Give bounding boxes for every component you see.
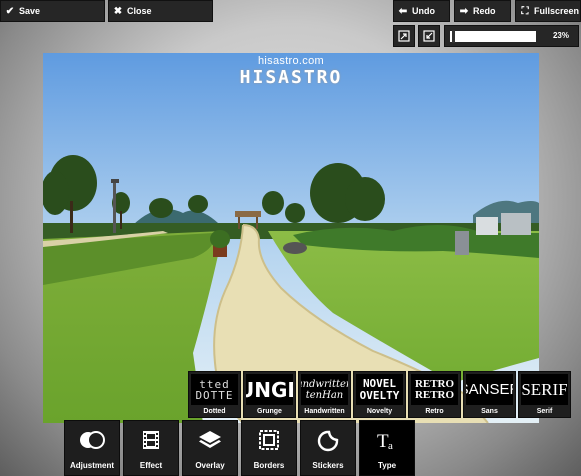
font-style-retro[interactable]: RETRO RETRO Retro xyxy=(408,371,461,418)
font-preview-text: SANSER xyxy=(466,381,513,398)
retro-font-preview: RETRO RETRO xyxy=(411,374,458,405)
redo-button[interactable]: ➡ Redo xyxy=(454,0,511,22)
font-preview-text: SERIF xyxy=(521,379,568,399)
tool-borders[interactable]: Borders xyxy=(241,420,297,476)
tool-type[interactable]: T a Type xyxy=(359,420,415,476)
adjustment-icon xyxy=(65,430,119,450)
check-icon: ✔ xyxy=(5,5,15,17)
dotted-font-preview: tted DOTTE xyxy=(191,374,238,405)
close-button[interactable]: ✖ Close xyxy=(108,0,213,22)
svg-text:a: a xyxy=(388,440,393,452)
font-style-label: Serif xyxy=(536,408,553,415)
close-icon: ✖ xyxy=(113,5,123,17)
font-preview-text: tted DOTTE xyxy=(195,377,234,402)
fullscreen-label: Fullscreen xyxy=(534,6,580,16)
zoom-actual-icon xyxy=(423,30,435,42)
font-preview-text: RETRO RETRO xyxy=(414,377,455,401)
font-style-label: Retro xyxy=(425,408,444,415)
font-style-label: Novelty xyxy=(366,408,393,415)
font-style-sans[interactable]: SANSER Sans xyxy=(463,371,516,418)
landscape-photo xyxy=(43,53,539,423)
font-style-handwritten[interactable]: andwritten tenHan Handwritten xyxy=(298,371,351,418)
save-button[interactable]: ✔ Save xyxy=(0,0,105,22)
frame-icon xyxy=(242,430,296,450)
grunge-font-preview: UNGE xyxy=(246,374,293,405)
font-style-label: Grunge xyxy=(257,408,282,415)
photo-canvas[interactable]: hisastro.com HISASTRO xyxy=(43,53,539,423)
novelty-font-preview: NOVEL OVELTY xyxy=(356,374,403,405)
font-style-serif[interactable]: SERIF Serif xyxy=(518,371,571,418)
fullscreen-icon: ⛶ xyxy=(521,5,529,17)
save-label: Save xyxy=(19,6,41,16)
sticker-icon xyxy=(301,430,355,452)
tool-stickers[interactable]: Stickers xyxy=(300,420,356,476)
font-style-grunge[interactable]: UNGE Grunge xyxy=(243,371,296,418)
redo-label: Redo xyxy=(473,6,496,16)
font-style-novelty[interactable]: NOVEL OVELTY Novelty xyxy=(353,371,406,418)
tool-overlay[interactable]: Overlay xyxy=(182,420,238,476)
tool-label: Borders xyxy=(253,461,285,470)
tool-label: Overlay xyxy=(195,461,225,470)
film-icon xyxy=(124,430,178,450)
font-preview-text: UNGE xyxy=(246,377,293,402)
watermark-logo: HISASTRO xyxy=(239,67,343,88)
tool-label: Stickers xyxy=(312,461,344,470)
zoom-control: 23% xyxy=(444,25,579,47)
zoom-fit-button[interactable] xyxy=(393,25,415,47)
arrow-left-icon: ⬅ xyxy=(398,5,408,17)
zoom-fit-icon xyxy=(398,30,410,42)
zoom-slider[interactable] xyxy=(450,30,536,43)
zoom-percent: 23% xyxy=(552,31,569,40)
font-style-label: Dotted xyxy=(203,408,226,415)
sans-font-preview: SANSER xyxy=(466,374,513,405)
font-style-label: Sans xyxy=(481,408,498,415)
undo-button[interactable]: ⬅ Undo xyxy=(393,0,450,22)
font-style-label: Handwritten xyxy=(304,408,345,415)
font-style-dotted[interactable]: tted DOTTE Dotted xyxy=(188,371,241,418)
watermark-url: hisastro.com xyxy=(258,55,324,67)
undo-label: Undo xyxy=(412,6,435,16)
type-icon: T a xyxy=(360,430,414,452)
serif-font-preview: SERIF xyxy=(521,374,568,405)
tool-label: Effect xyxy=(139,461,163,470)
arrow-right-icon: ➡ xyxy=(459,5,469,17)
fullscreen-button[interactable]: ⛶ Fullscreen xyxy=(515,0,581,22)
tool-adjustment[interactable]: Adjustment xyxy=(64,420,120,476)
zoom-slider-handle[interactable] xyxy=(452,30,455,43)
tool-label: Type xyxy=(377,461,397,470)
handwritten-font-preview: andwritten tenHan xyxy=(301,374,348,405)
font-preview-text: andwritten tenHan xyxy=(301,378,348,401)
font-preview-text: NOVEL OVELTY xyxy=(359,376,400,402)
zoom-actual-button[interactable] xyxy=(418,25,440,47)
tool-label: Adjustment xyxy=(70,461,114,470)
layers-icon xyxy=(183,430,237,450)
close-label: Close xyxy=(127,6,152,16)
tool-effect[interactable]: Effect xyxy=(123,420,179,476)
